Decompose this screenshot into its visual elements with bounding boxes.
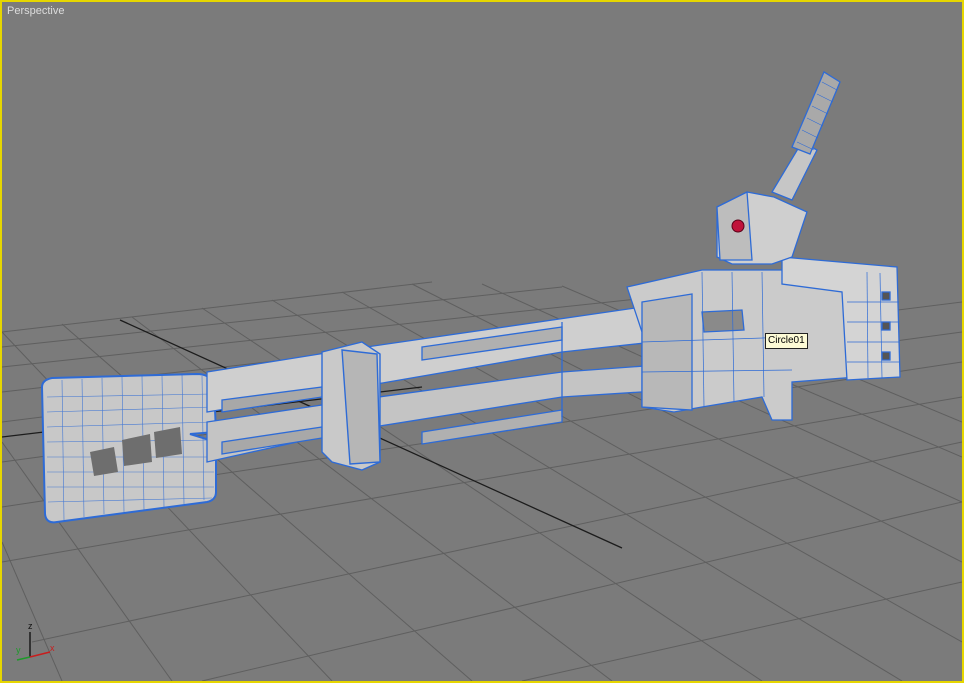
weapon-stock bbox=[40, 372, 218, 524]
axis-gizmo: z y x bbox=[16, 621, 55, 661]
weapon-sight bbox=[716, 71, 841, 265]
axis-z-label: z bbox=[28, 621, 33, 631]
viewport-scene[interactable]: z y x bbox=[2, 2, 962, 681]
selection-marker bbox=[731, 219, 745, 233]
perspective-viewport[interactable]: Perspective z y x Circle01 bbox=[0, 0, 964, 683]
object-name-tooltip: Circle01 bbox=[765, 333, 808, 349]
weapon-collar bbox=[321, 341, 381, 471]
weapon-receiver bbox=[626, 256, 901, 421]
axis-y-label: y bbox=[16, 645, 21, 655]
axis-x-label: x bbox=[50, 643, 55, 653]
